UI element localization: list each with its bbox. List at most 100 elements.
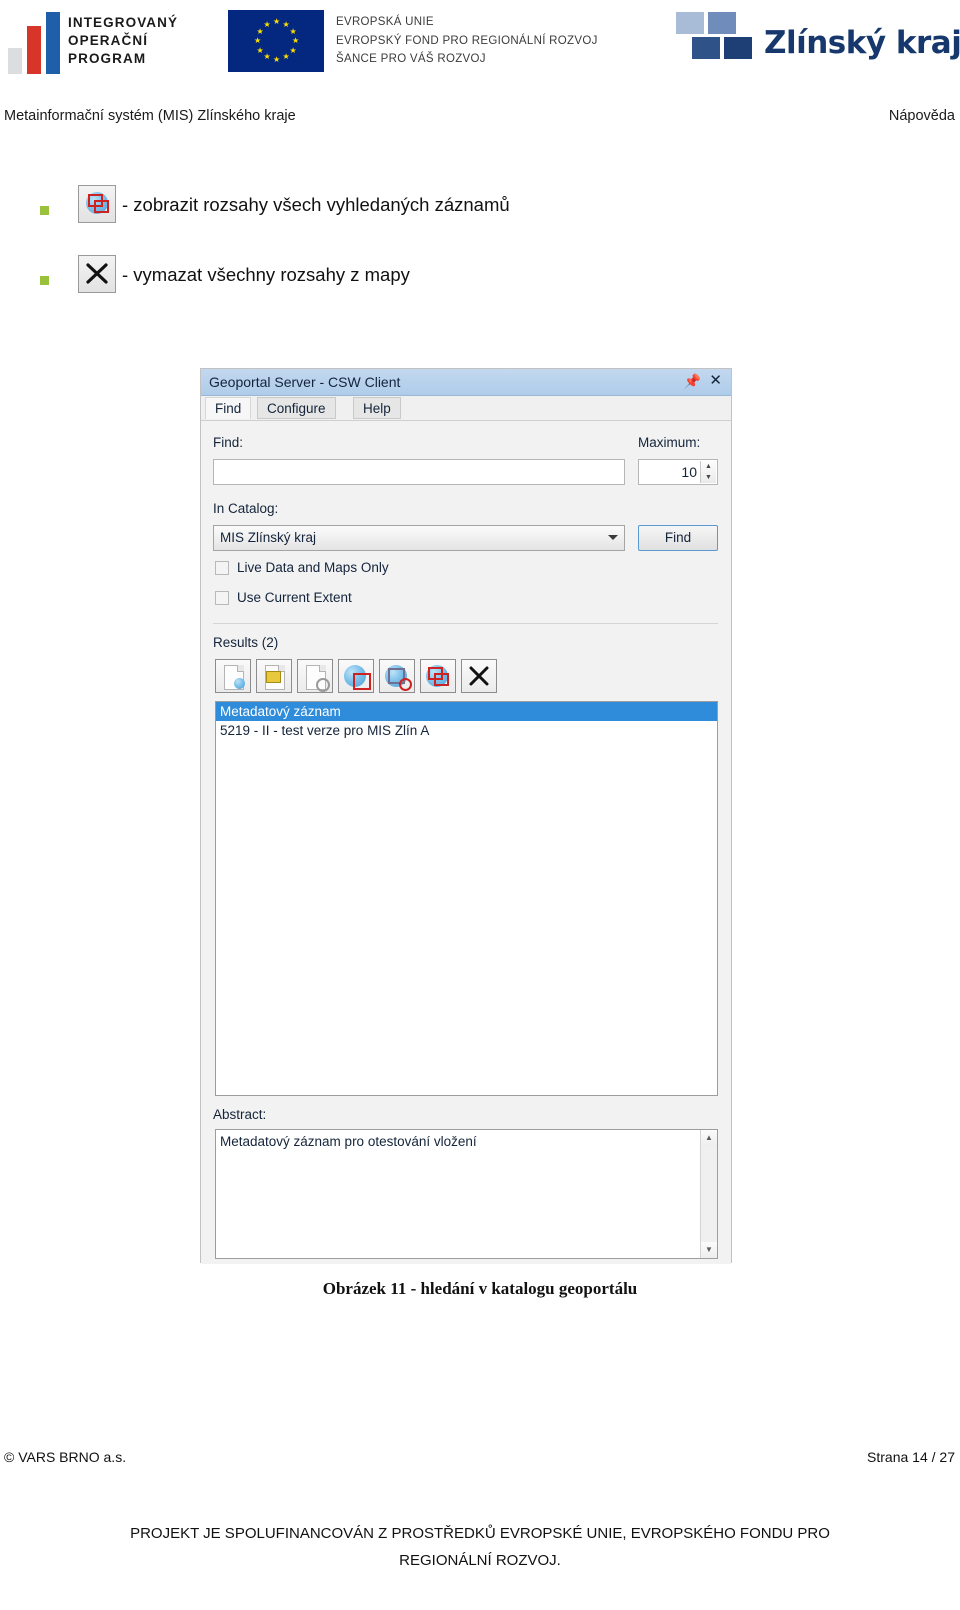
catalog-select[interactable]: MIS Zlínský kraj	[213, 525, 625, 551]
project-funding-note: PROJEKT JE SPOLUFINANCOVÁN Z PROSTŘEDKŮ …	[0, 1520, 960, 1574]
pin-icon[interactable]: 📌	[684, 373, 701, 389]
checkbox-live-data-and-maps-only[interactable]	[215, 561, 229, 575]
abstract-scrollbar[interactable]: ▲ ▼	[700, 1130, 717, 1258]
eu-star: ★	[282, 19, 290, 29]
add-to-map-icon[interactable]	[338, 659, 374, 693]
maximum-value: 10	[681, 464, 697, 480]
eu-star: ★	[292, 36, 300, 45]
close-icon[interactable]: ✕	[709, 372, 722, 390]
project-funding-line1: PROJEKT JE SPOLUFINANCOVÁN Z PROSTŘEDKŮ …	[130, 1525, 830, 1542]
abstract-textarea[interactable]: Metadatový záznam pro otestování vložení…	[215, 1129, 718, 1259]
catalog-selected-value: MIS Zlínský kraj	[220, 530, 317, 545]
csw-client-panel-screenshot: Geoportal Server - CSW Client 📌 ✕ Find C…	[200, 368, 732, 1264]
chevron-down-icon[interactable]	[608, 535, 618, 540]
results-label: Results (2)	[213, 635, 279, 650]
zoom-to-extent-icon[interactable]	[379, 659, 415, 693]
list-item: - zobrazit rozsahy všech vyhledaných záz…	[0, 180, 960, 250]
integrovany-operacni-program-logo: INTEGROVANÝ OPERAČNÍ PROGRAM	[4, 8, 204, 80]
show-extents-of-all-found-records-icon	[78, 185, 116, 223]
stepper-up-icon[interactable]: ▲	[701, 461, 716, 472]
scroll-down-icon[interactable]: ▼	[701, 1242, 717, 1258]
stepper-down-icon[interactable]: ▼	[701, 472, 716, 483]
panel-titlebar: Geoportal Server - CSW Client 📌 ✕	[201, 369, 731, 396]
clear-all-extents-icon	[78, 255, 116, 293]
tab-help[interactable]: Help	[353, 397, 401, 419]
bullet-marker	[40, 206, 49, 215]
footer-copyright: © VARS BRNO a.s.	[4, 1449, 127, 1465]
find-input[interactable]	[213, 459, 625, 485]
eu-star: ★	[273, 55, 281, 64]
find-button[interactable]: Find	[638, 525, 718, 551]
eu-star: ★	[256, 26, 264, 36]
extent-rect-2	[94, 200, 109, 213]
x-mark-glyph	[469, 666, 489, 686]
eu-star: ★	[289, 26, 297, 36]
magnifier-plus-glyph	[399, 678, 412, 691]
iop-bar-blue	[46, 12, 60, 74]
iop-logo-line3: PROGRAM	[68, 51, 147, 66]
eu-star: ★	[282, 52, 290, 62]
tab-configure[interactable]: Configure	[257, 397, 336, 419]
document-fold	[319, 665, 326, 672]
eu-star: ★	[273, 17, 281, 26]
tool-description-list: - zobrazit rozsahy všech vyhledaných záz…	[0, 180, 960, 320]
page-footer: © VARS BRNO a.s. Strana 14 / 27	[0, 1449, 960, 1469]
figure-caption: Obrázek 11 - hledání v katalogu geoportá…	[322, 1279, 638, 1298]
iop-logo-line1: INTEGROVANÝ	[68, 15, 179, 30]
x-mark-glyph	[86, 263, 108, 284]
panel-title: Geoportal Server - CSW Client	[209, 374, 401, 390]
european-union-flag: ★ ★ ★ ★ ★ ★ ★ ★ ★ ★ ★ ★	[228, 10, 324, 72]
extent-rect-2	[434, 673, 449, 686]
iop-bars-graphic	[8, 12, 66, 74]
eu-star: ★	[256, 45, 264, 55]
zlinsky-kraj-logo: Zlínský kraj	[676, 12, 960, 74]
eu-text-line2: EVROPSKÝ FOND PRO REGIONÁLNÍ ROZVOJ	[336, 34, 598, 47]
iop-bar-gray	[8, 48, 22, 74]
maximum-stepper[interactable]: 10 ▲ ▼	[638, 459, 718, 485]
running-head-title: Metainformační systém (MIS) Zlínského kr…	[4, 108, 296, 124]
divider	[213, 623, 718, 624]
zlinsky-square-3	[692, 37, 720, 59]
preview-glyph	[316, 678, 330, 692]
map-rect	[353, 673, 371, 690]
zlinsky-square-1	[676, 12, 704, 34]
document-fold	[237, 665, 244, 672]
view-metadata-summary-icon[interactable]	[256, 659, 292, 693]
checkbox-use-current-extent[interactable]	[215, 591, 229, 605]
iop-logo-text: INTEGROVANÝ OPERAČNÍ PROGRAM	[68, 14, 178, 68]
stepper-arrows[interactable]: ▲ ▼	[700, 461, 716, 483]
magnifier-glyph	[234, 678, 245, 689]
eu-star: ★	[263, 52, 271, 62]
preview-document-icon[interactable]	[297, 659, 333, 693]
list-item[interactable]: Metadatový záznam	[216, 702, 717, 721]
tab-find[interactable]: Find	[205, 397, 252, 419]
zlinsky-square-4	[724, 37, 752, 59]
list-item-label: - vymazat všechny rozsahy z mapy	[122, 264, 410, 285]
eu-star: ★	[289, 45, 297, 55]
list-item: - vymazat všechny rozsahy z mapy	[0, 250, 960, 320]
zlinsky-square-2	[708, 12, 736, 34]
checkbox-live-data-label: Live Data and Maps Only	[237, 560, 389, 575]
panel-body: Find: Maximum: 10 ▲ ▼ In Catalog: MIS Zl…	[201, 421, 731, 1264]
scroll-up-icon[interactable]: ▲	[701, 1130, 717, 1146]
find-label: Find:	[213, 435, 244, 450]
in-catalog-label: In Catalog:	[213, 501, 279, 516]
globe-with-red-rectangles-glyph	[79, 186, 115, 222]
iop-bar-red	[27, 26, 41, 74]
view-metadata-details-icon[interactable]	[215, 659, 251, 693]
results-list[interactable]: Metadatový záznam 5219 - II - test verze…	[215, 701, 718, 1096]
european-union-logo-block: ★ ★ ★ ★ ★ ★ ★ ★ ★ ★ ★ ★ EVROPSKÁ UNIE EVROPSKÝ FOND…	[228, 10, 668, 72]
running-head-section: Nápověda	[888, 108, 955, 124]
list-item-label: - zobrazit rozsahy všech vyhledaných záz…	[122, 194, 510, 215]
document-header-logos: INTEGROVANÝ OPERAČNÍ PROGRAM ★ ★ ★ ★ ★ ★ ★ ★ ★ ★ ★…	[0, 0, 960, 88]
running-head: Metainformační systém (MIS) Zlínského kr…	[0, 108, 960, 132]
clear-extents-icon[interactable]	[461, 659, 497, 693]
footer-page-number: Strana 14 / 27	[867, 1449, 955, 1465]
show-all-extents-icon[interactable]	[420, 659, 456, 693]
checkbox-use-current-extent-label: Use Current Extent	[237, 590, 352, 605]
list-item[interactable]: 5219 - II - test verze pro MIS Zlín A	[216, 721, 717, 740]
abstract-text: Metadatový záznam pro otestování vložení	[220, 1134, 477, 1149]
note-glyph	[266, 671, 281, 683]
eu-text-line3: ŠANCE PRO VÁŠ ROZVOJ	[336, 53, 486, 65]
european-union-logo-text: EVROPSKÁ UNIE EVROPSKÝ FOND PRO REGIONÁL…	[336, 13, 598, 69]
